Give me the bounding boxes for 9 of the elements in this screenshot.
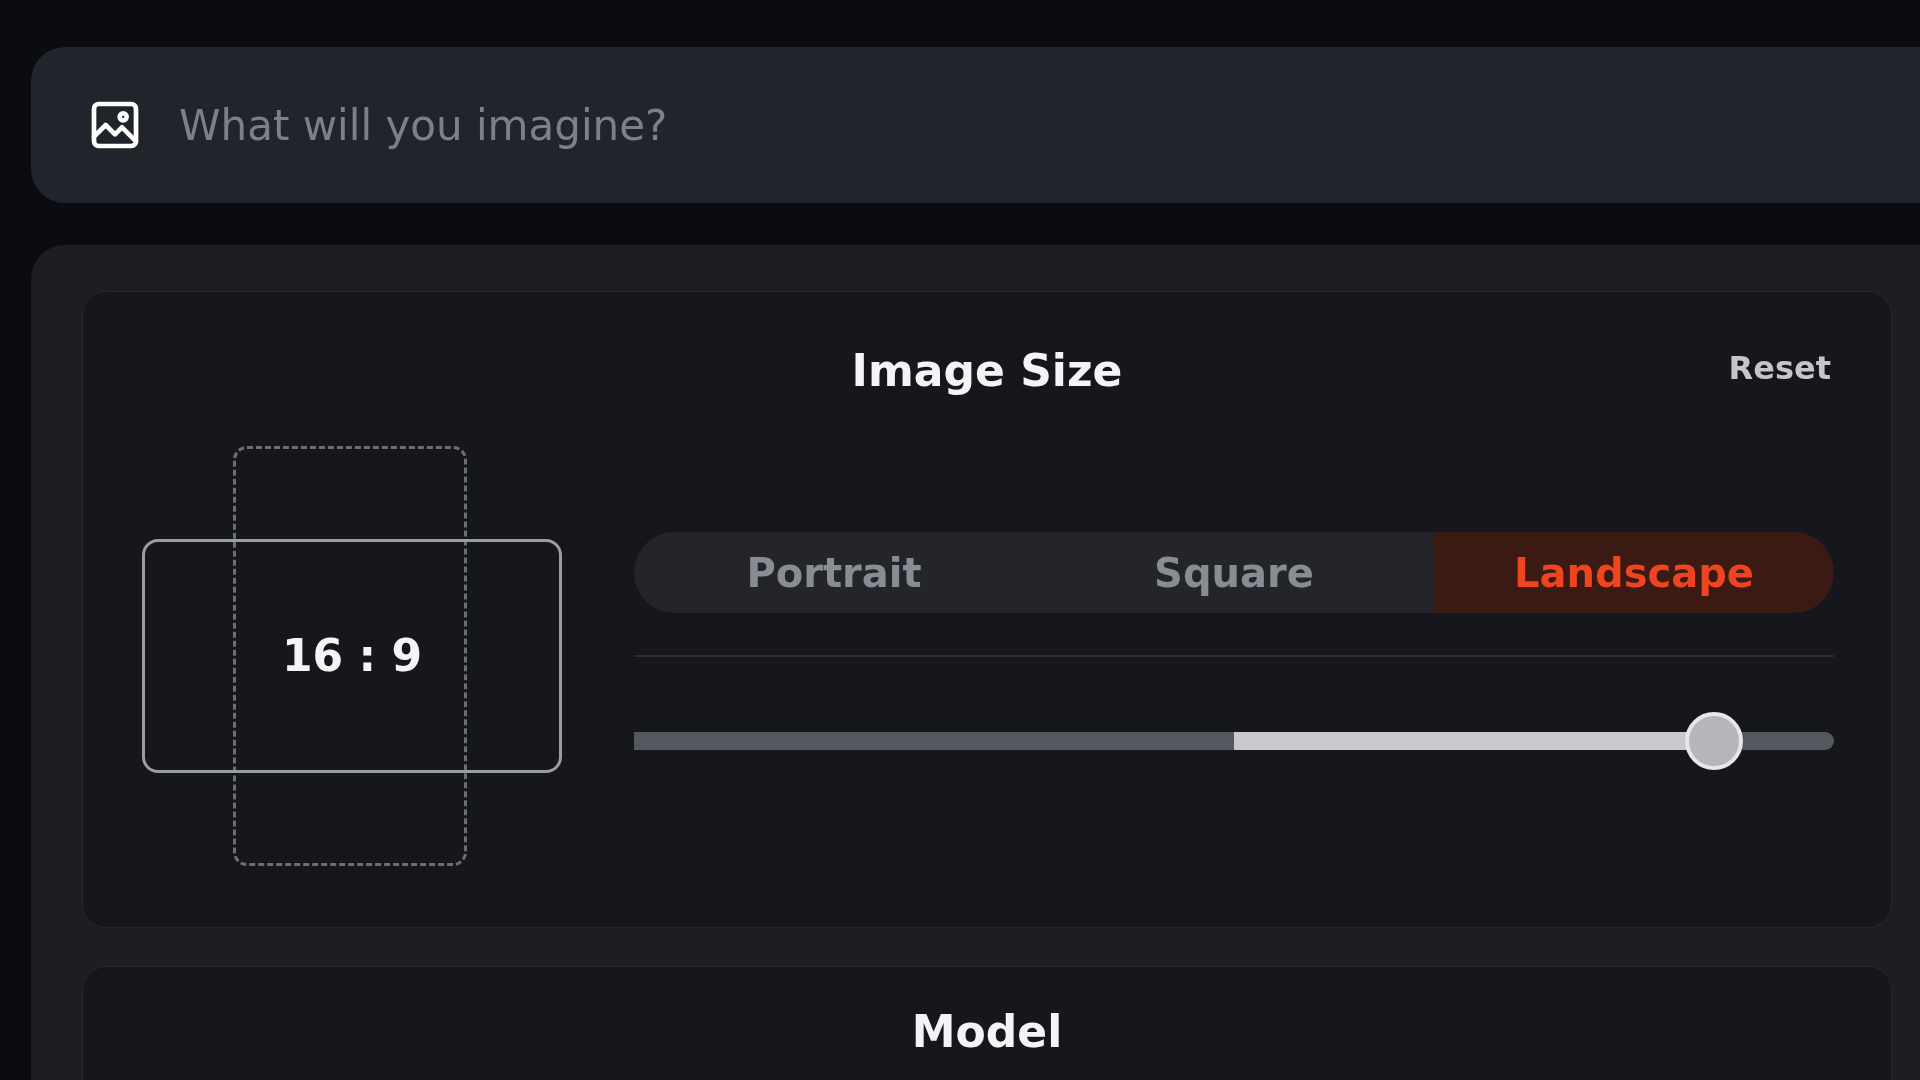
prompt-field[interactable]: What will you imagine? — [31, 47, 1920, 203]
slider-thumb[interactable] — [1685, 712, 1743, 770]
orientation-tab[interactable]: Landscape — [1434, 532, 1834, 613]
size-slider[interactable] — [634, 712, 1834, 770]
section-title: Image Size — [851, 344, 1123, 398]
orientation-tab[interactable]: Portrait — [634, 532, 1034, 613]
orientation-tab[interactable]: Square — [1034, 532, 1434, 613]
section-title: Model — [911, 1005, 1063, 1059]
reset-button[interactable]: Reset — [1728, 344, 1831, 392]
